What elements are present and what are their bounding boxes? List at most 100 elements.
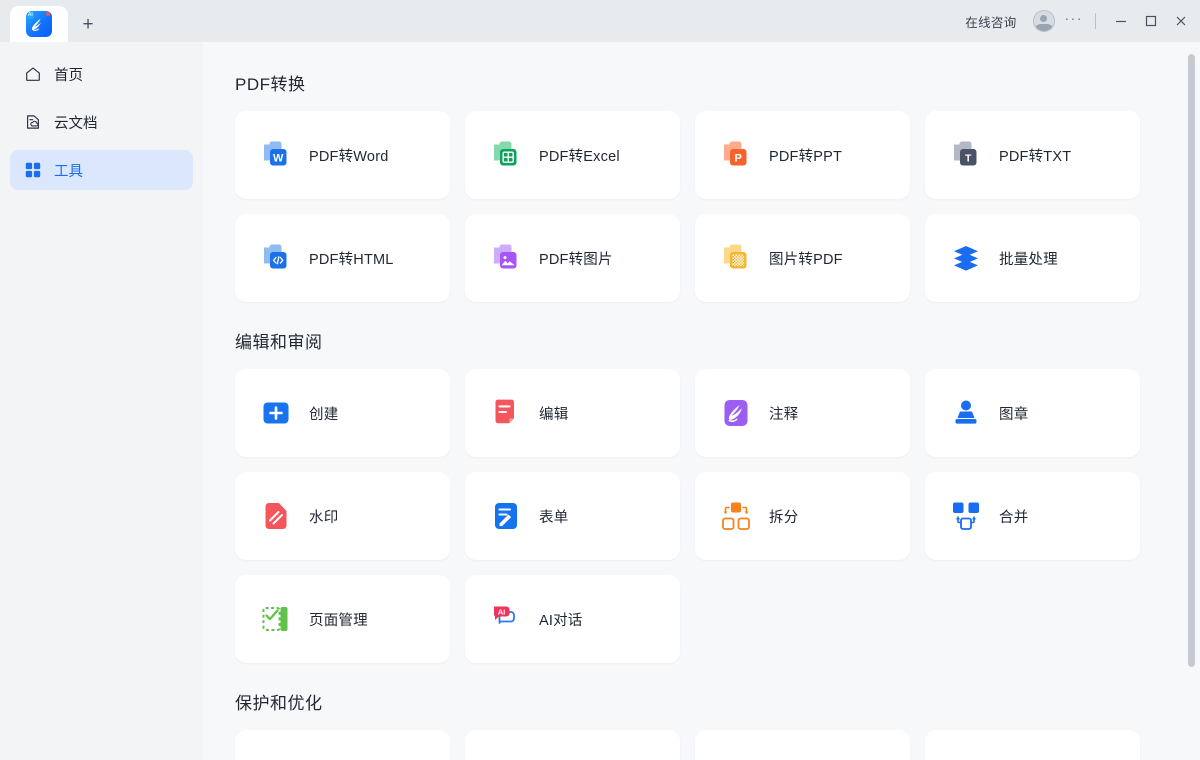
split-icon — [719, 499, 753, 533]
tool-card-split[interactable]: 拆分 — [695, 472, 910, 560]
svg-text:P: P — [735, 153, 742, 165]
home-icon — [24, 65, 42, 83]
tool-card-pdf-to-ppt[interactable]: P PDF转PPT — [695, 111, 910, 199]
page-manage-icon — [259, 602, 293, 636]
tool-card-label: PDF转PPT — [769, 145, 842, 166]
window-controls: 在线咨询 ··· — [955, 0, 1200, 42]
sidebar-item-label: 工具 — [54, 160, 83, 181]
tool-card-pdf-to-html[interactable]: PDF转HTML — [235, 214, 450, 302]
window-body: 首页 云文档 — [0, 42, 1200, 760]
tool-card-label: 注释 — [769, 403, 798, 424]
tool-card-label: PDF转Word — [309, 145, 388, 166]
section-title: PDF转换 — [235, 70, 1200, 95]
tool-card-merge[interactable]: 合并 — [925, 472, 1140, 560]
minimize-button[interactable] — [1106, 6, 1136, 36]
tool-card-label: AI对话 — [539, 609, 583, 630]
tool-card-label: PDF转TXT — [999, 145, 1071, 166]
batch-process-icon — [949, 241, 983, 275]
tab-strip: AI + — [0, 0, 108, 42]
tool-card-pdf-to-image[interactable]: PDF转图片 — [465, 214, 680, 302]
sidebar: 首页 云文档 — [0, 42, 203, 760]
tool-card-placeholder[interactable] — [925, 730, 1140, 760]
close-button[interactable] — [1166, 6, 1196, 36]
stamp-icon — [949, 396, 983, 430]
pdf-to-excel-icon — [489, 138, 523, 172]
app-ai-badge: AI — [27, 12, 34, 19]
new-tab-button[interactable]: + — [68, 6, 108, 42]
close-icon — [1174, 14, 1188, 28]
application-window: AI + 在线咨询 ··· — [0, 0, 1200, 760]
online-consult-button[interactable]: 在线咨询 — [955, 12, 1026, 31]
card-grid: W PDF转Word — [235, 111, 1200, 302]
tool-card-edit[interactable]: 编辑 — [465, 369, 680, 457]
tool-card-label: 图章 — [999, 403, 1028, 424]
sidebar-item-home[interactable]: 首页 — [10, 54, 193, 94]
tool-card-annotate[interactable]: 注释 — [695, 369, 910, 457]
minimize-icon — [1114, 14, 1128, 28]
app-logo-icon: AI — [26, 11, 52, 37]
tool-card-label: 拆分 — [769, 506, 798, 527]
section-protect-optimize: 保护和优化 — [235, 689, 1200, 760]
pdf-to-word-icon: W — [259, 138, 293, 172]
tool-card-pdf-to-word[interactable]: W PDF转Word — [235, 111, 450, 199]
tool-card-label: 创建 — [309, 403, 338, 424]
tool-card-placeholder[interactable] — [695, 730, 910, 760]
tool-card-image-to-pdf[interactable]: 图片转PDF — [695, 214, 910, 302]
sidebar-item-cloud-document[interactable]: 云文档 — [10, 102, 193, 142]
app-notification-dot — [46, 12, 50, 16]
maximize-button[interactable] — [1136, 6, 1166, 36]
tool-card-page-manage[interactable]: 页面管理 — [235, 575, 450, 663]
tool-card-label: 合并 — [999, 506, 1028, 527]
tool-card-create[interactable]: 创建 — [235, 369, 450, 457]
tools-panel: PDF转换 W PDF转Word — [203, 42, 1200, 760]
tool-card-label: PDF转HTML — [309, 248, 394, 269]
sidebar-item-label: 首页 — [54, 64, 83, 85]
svg-text:AI: AI — [498, 607, 506, 616]
tool-card-label: PDF转图片 — [539, 248, 613, 269]
image-to-pdf-icon — [719, 241, 753, 275]
toolbar-divider — [1095, 13, 1096, 29]
sidebar-item-label: 云文档 — [54, 112, 98, 133]
scrollbar-thumb[interactable] — [1188, 54, 1195, 667]
tool-card-label: 编辑 — [539, 403, 568, 424]
title-bar: AI + 在线咨询 ··· — [0, 0, 1200, 42]
tool-card-pdf-to-excel[interactable]: PDF转Excel — [465, 111, 680, 199]
tab-active[interactable]: AI — [10, 6, 68, 42]
avatar-icon — [1033, 10, 1055, 32]
avatar-body — [1034, 24, 1054, 31]
tool-card-watermark[interactable]: 水印 — [235, 472, 450, 560]
tool-card-form[interactable]: 表单 — [465, 472, 680, 560]
card-grid — [235, 730, 1200, 760]
section-edit-review: 编辑和审阅 创建 — [235, 328, 1200, 663]
tool-card-label: 水印 — [309, 506, 338, 527]
ai-chat-icon: AI — [489, 602, 523, 636]
more-options-icon[interactable]: ··· — [1061, 10, 1092, 32]
tool-card-label: PDF转Excel — [539, 145, 620, 166]
tool-card-ai-chat[interactable]: AI AI对话 — [465, 575, 680, 663]
avatar[interactable] — [1027, 10, 1061, 32]
tool-card-stamp[interactable]: 图章 — [925, 369, 1140, 457]
tool-card-label: 批量处理 — [999, 248, 1058, 269]
watermark-icon — [259, 499, 293, 533]
pdf-to-ppt-icon: P — [719, 138, 753, 172]
merge-icon — [949, 499, 983, 533]
tool-card-placeholder[interactable] — [235, 730, 450, 760]
maximize-icon — [1144, 14, 1158, 28]
annotate-icon — [719, 396, 753, 430]
pdf-to-image-icon — [489, 241, 523, 275]
cloud-document-icon — [24, 113, 42, 131]
sidebar-item-tools[interactable]: 工具 — [10, 150, 193, 190]
pdf-to-txt-icon: T — [949, 138, 983, 172]
svg-text:T: T — [965, 152, 972, 164]
svg-text:W: W — [273, 153, 284, 165]
tool-card-placeholder[interactable] — [465, 730, 680, 760]
tool-card-batch-process[interactable]: 批量处理 — [925, 214, 1140, 302]
grid-tools-icon — [24, 161, 42, 179]
edit-icon — [489, 396, 523, 430]
create-icon — [259, 396, 293, 430]
form-icon — [489, 499, 523, 533]
tool-card-pdf-to-txt[interactable]: T PDF转TXT — [925, 111, 1140, 199]
pdf-to-html-icon — [259, 241, 293, 275]
avatar-head — [1040, 15, 1047, 22]
card-grid: 创建 编辑 — [235, 369, 1200, 663]
